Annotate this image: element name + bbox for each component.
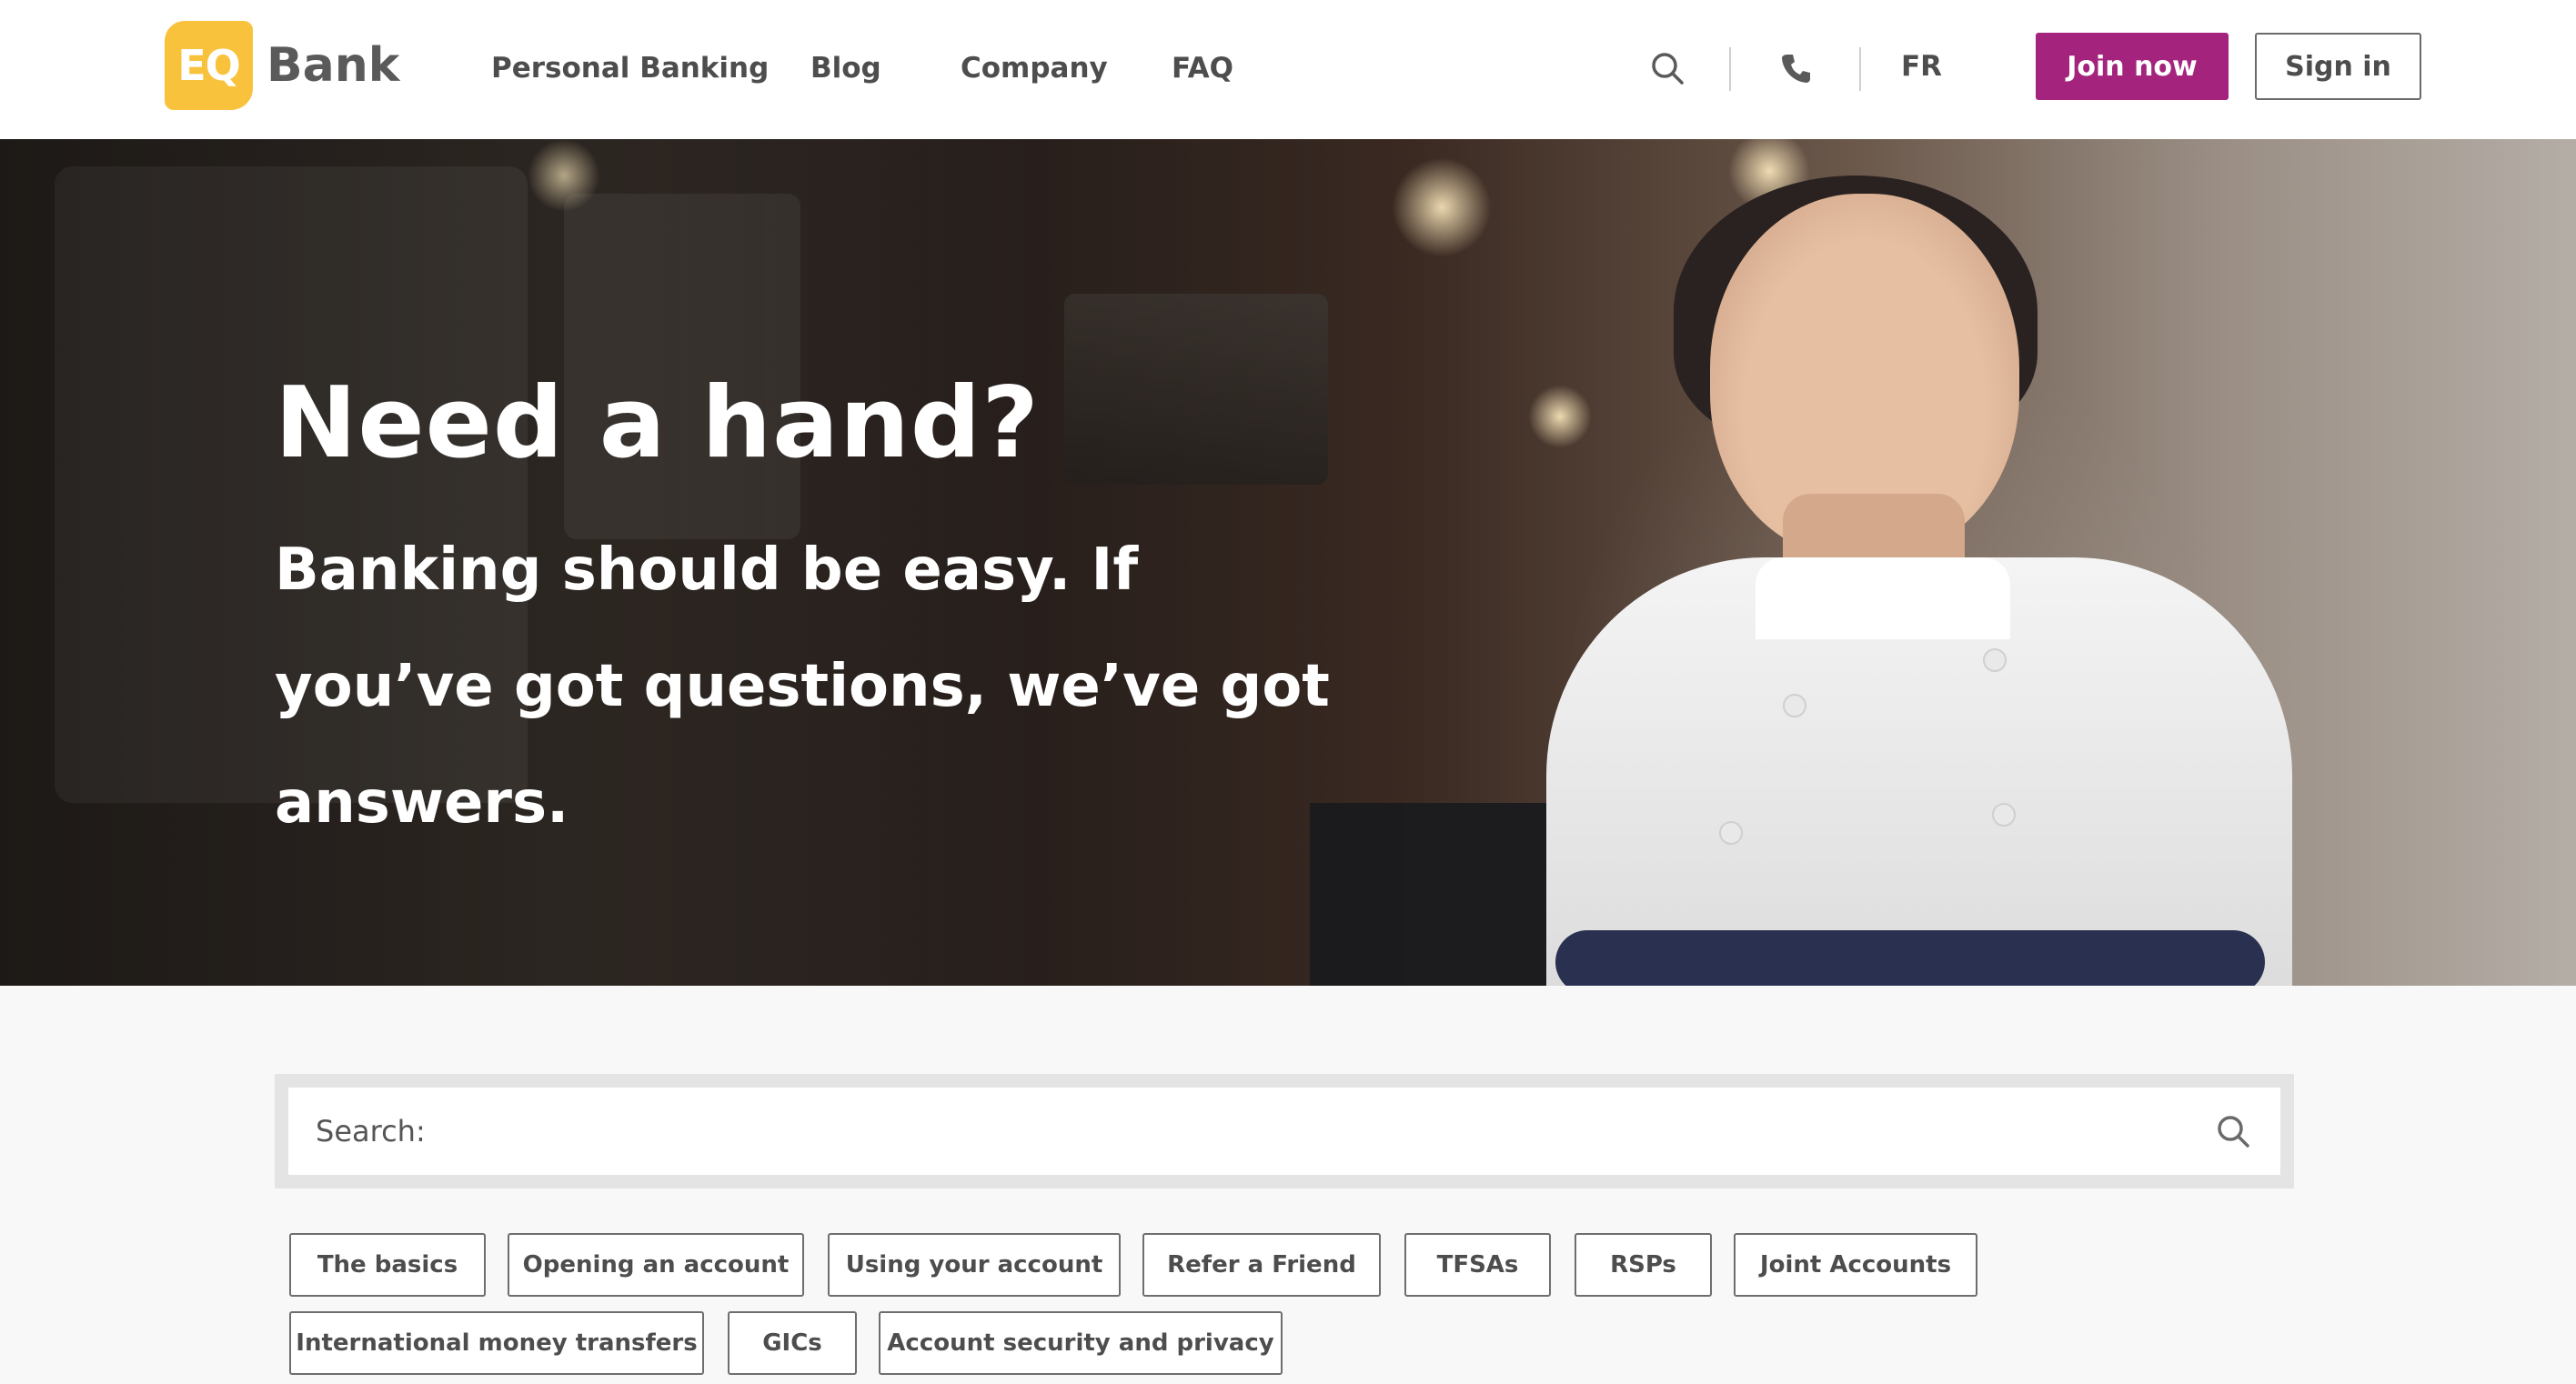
search-icon[interactable] <box>1646 47 1688 89</box>
topic-joint-accounts[interactable]: Joint Accounts <box>1734 1233 1977 1297</box>
jacket-button <box>1783 694 1806 717</box>
nav-faq-label[interactable]: FAQ <box>1172 52 1233 85</box>
jacket-button <box>1983 648 2007 672</box>
chef-collar <box>1756 557 2010 639</box>
light-bokeh <box>1528 385 1592 448</box>
join-now-button[interactable]: Join now <box>2036 33 2229 100</box>
language-toggle[interactable]: FR <box>1901 50 1942 83</box>
nav-company[interactable]: Company <box>961 45 1108 91</box>
topic-account-security-and-privacy[interactable]: Account security and privacy <box>879 1311 1283 1375</box>
topic-using-your-account[interactable]: Using your account <box>828 1233 1121 1297</box>
site-header: EQ Bank Personal Banking Blog Company FA… <box>0 0 2576 139</box>
hero-subtitle: Banking should be easy. If you’ve got qu… <box>275 537 1330 837</box>
hero-banner: Need a hand? Banking should be easy. If … <box>0 139 2576 986</box>
jacket-button <box>1719 821 1743 845</box>
nav-company-label[interactable]: Company <box>961 52 1108 85</box>
topic-gics[interactable]: GICs <box>728 1311 857 1375</box>
jacket-button <box>1992 803 2016 827</box>
search-icon[interactable] <box>2213 1111 2253 1151</box>
crossed-arms <box>1555 930 2265 986</box>
topic-opening-an-account[interactable]: Opening an account <box>508 1233 804 1297</box>
hero-title: Need a hand? <box>275 366 1040 480</box>
faq-search: Search: <box>275 1074 2294 1188</box>
header-divider <box>1729 47 1731 91</box>
topic-rsps[interactable]: RSPs <box>1575 1233 1712 1297</box>
phone-icon[interactable] <box>1776 47 1817 89</box>
topic-international-money-transfers[interactable]: International money transfers <box>289 1311 704 1375</box>
nav-blog-label[interactable]: Blog <box>810 52 881 85</box>
search-input[interactable]: Search: <box>288 1088 2280 1175</box>
nav-faq[interactable]: FAQ <box>1172 45 1233 91</box>
header-divider <box>1859 47 1861 91</box>
nav-personal-banking-label[interactable]: Personal Banking <box>491 52 769 85</box>
nav-blog[interactable]: Blog <box>810 45 881 91</box>
search-placeholder[interactable]: Search: <box>316 1114 2213 1148</box>
topic-refer-a-friend[interactable]: Refer a Friend <box>1142 1233 1381 1297</box>
nav-personal-banking[interactable]: Personal Banking <box>491 45 769 91</box>
topic-the-basics[interactable]: The basics <box>289 1233 486 1297</box>
eq-bank-logo[interactable]: EQ Bank <box>165 21 399 110</box>
topic-tfsas[interactable]: TFSAs <box>1404 1233 1551 1297</box>
sign-in-button[interactable]: Sign in <box>2255 33 2421 100</box>
logo-mark: EQ <box>165 21 253 110</box>
logo-wordmark: Bank <box>267 38 400 93</box>
